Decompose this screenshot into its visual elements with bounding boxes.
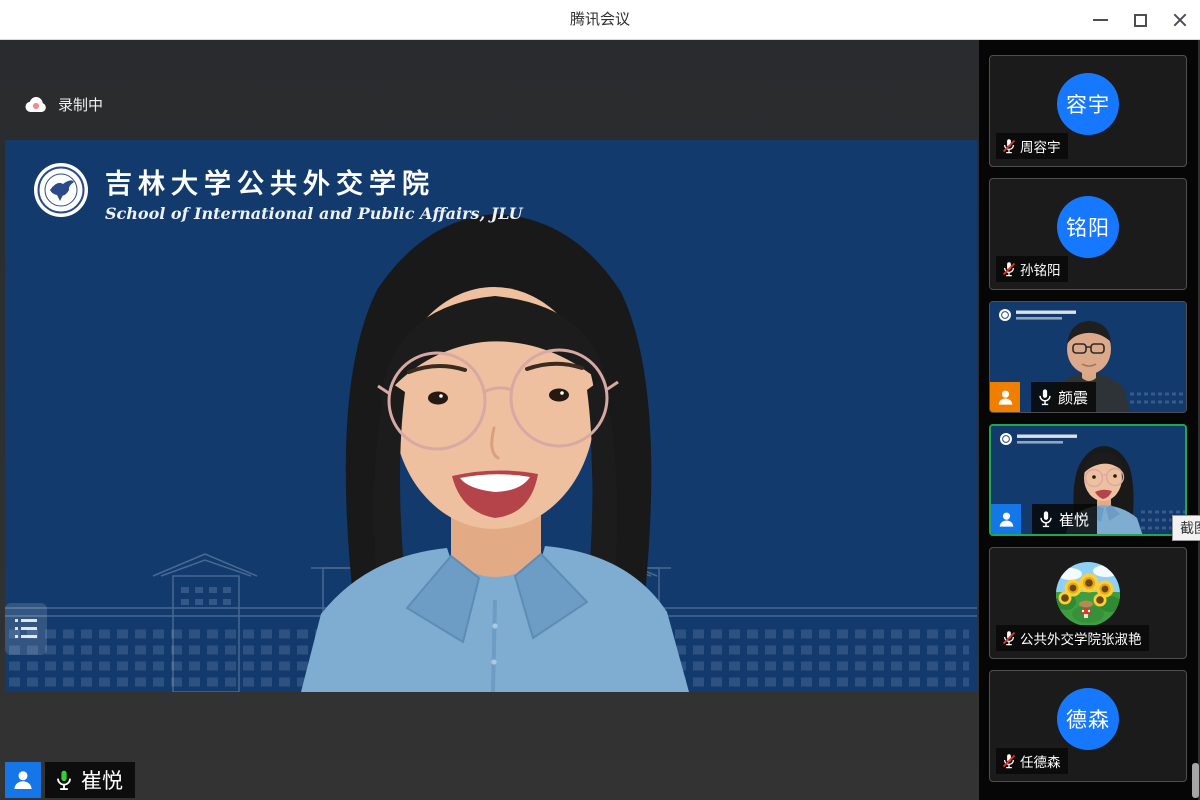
university-seal-icon: [33, 162, 89, 218]
participant-name-label: 周容宇: [996, 133, 1068, 159]
minimize-button[interactable]: [1080, 0, 1120, 40]
self-name: 崔悦: [81, 765, 123, 795]
mic-active-icon: [53, 769, 75, 791]
participant-name-label: 任德森: [996, 748, 1068, 774]
avatar: 容宇: [1057, 73, 1119, 135]
window-titlebar: 腾讯会议: [0, 0, 1200, 40]
recording-indicator[interactable]: 录制中: [24, 94, 103, 115]
window-title: 腾讯会议: [0, 0, 1200, 40]
close-icon: [1172, 12, 1188, 28]
logo-title: 吉林大学公共外交学院: [105, 162, 523, 201]
mic-active-icon: [1037, 510, 1055, 528]
participant-name-label: 孙铭阳: [996, 256, 1068, 282]
person-icon: [997, 510, 1016, 529]
self-name-label: 崔悦: [5, 762, 135, 798]
avatar: 铭阳: [1057, 196, 1119, 258]
main-speaker-stage: 录制中: [0, 40, 979, 800]
sunflower-avatar: [1056, 562, 1120, 626]
main-video: 吉林大学公共外交学院 School of International and P…: [5, 140, 977, 692]
agenda-panel-handle[interactable]: [5, 603, 47, 655]
participant-role-badge: [990, 382, 1020, 412]
avatar: 德森: [1057, 688, 1119, 750]
list-icon: [13, 616, 39, 642]
university-logo: 吉林大学公共外交学院 School of International and P…: [33, 162, 523, 223]
participant-tile[interactable]: 公共外交学院张淑艳: [989, 547, 1187, 659]
minimize-icon: [1093, 19, 1108, 21]
self-role-badge: [5, 762, 41, 798]
participant-name-label: 崔悦: [991, 504, 1097, 534]
participant-tile[interactable]: 容宇 周容宇: [989, 55, 1187, 167]
maximize-icon: [1134, 14, 1147, 27]
close-button[interactable]: [1160, 0, 1200, 40]
participant-tile[interactable]: 铭阳 孙铭阳: [989, 178, 1187, 290]
mic-active-icon: [1036, 388, 1054, 406]
mic-muted-icon: [1001, 630, 1017, 646]
logo-subtitle: School of International and Public Affai…: [105, 204, 523, 223]
participant-name-label: 颜震: [990, 382, 1096, 412]
person-icon: [996, 388, 1015, 407]
mic-muted-icon: [1001, 261, 1017, 277]
person-icon: [11, 768, 35, 792]
cloud-recording-icon: [24, 96, 49, 114]
maximize-button[interactable]: [1120, 0, 1160, 40]
participant-tile[interactable]: 德森 任德森: [989, 670, 1187, 782]
screenshot-tooltip: 截图: [1172, 515, 1200, 541]
participant-name-label: 公共外交学院张淑艳: [996, 625, 1149, 651]
avatar-image: [1056, 562, 1120, 626]
recording-label: 录制中: [58, 94, 103, 115]
participant-sidebar: 容宇 周容宇 铭阳 孙铭阳: [979, 40, 1200, 800]
participant-role-badge: [991, 504, 1021, 534]
participant-tile[interactable]: 颜震: [989, 301, 1187, 413]
participant-tile-active-speaker[interactable]: 崔悦: [989, 424, 1187, 536]
sidebar-scrollbar-thumb[interactable]: [1192, 763, 1199, 798]
mic-muted-icon: [1001, 138, 1017, 154]
mic-muted-icon: [1001, 753, 1017, 769]
